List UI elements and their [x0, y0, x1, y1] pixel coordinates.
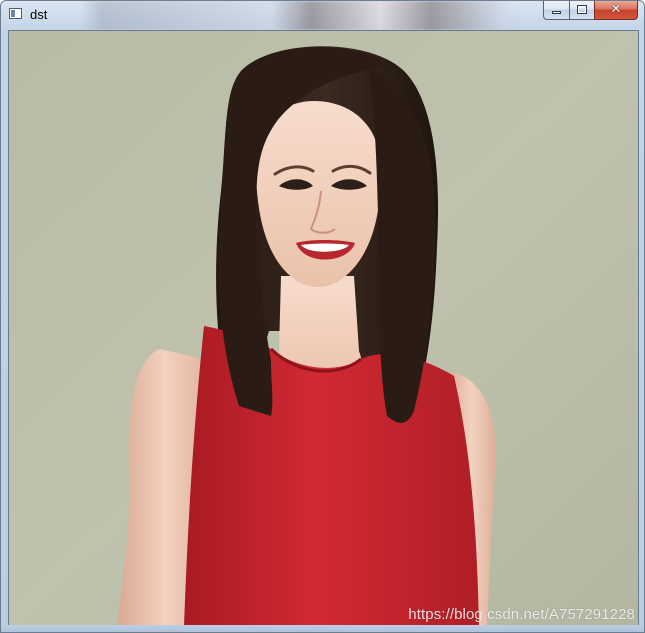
close-icon: ✕ [610, 2, 622, 17]
app-window-icon[interactable] [9, 8, 22, 19]
minimize-button[interactable] [543, 1, 569, 20]
image-canvas: https://blog.csdn.net/A757291228 [8, 30, 639, 627]
portrait-image [9, 31, 638, 626]
app-window: dst ✕ https://blog.csdn.net/A757291228 [0, 0, 645, 633]
maximize-button[interactable] [569, 1, 594, 20]
title-bar[interactable]: dst ✕ [1, 1, 644, 30]
close-button[interactable]: ✕ [594, 1, 638, 20]
window-bottom-border[interactable] [1, 625, 644, 632]
minimize-icon [552, 11, 561, 14]
maximize-icon [577, 5, 587, 14]
caption-buttons: ✕ [543, 1, 638, 20]
watermark-text: https://blog.csdn.net/A757291228 [408, 606, 635, 623]
window-title: dst [30, 7, 48, 22]
